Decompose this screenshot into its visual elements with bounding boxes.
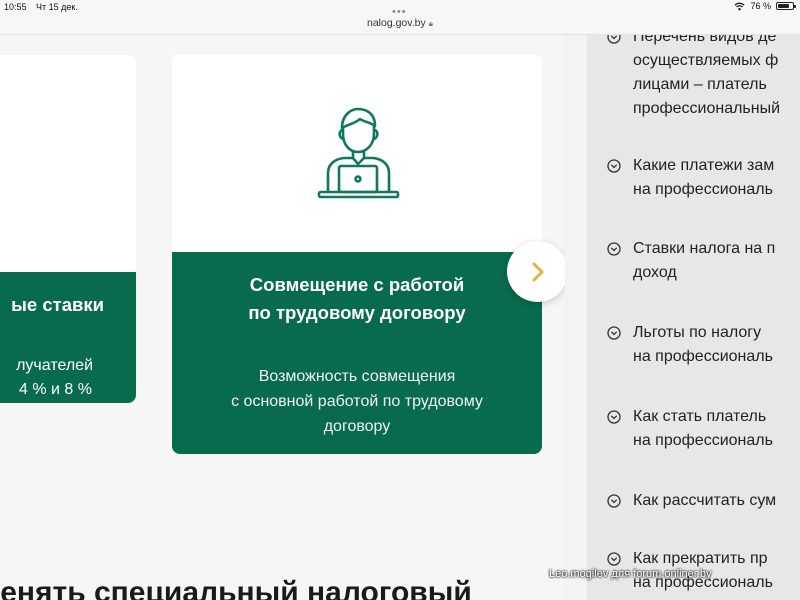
card-green-panel: Совмещение с работой по трудовому догово… bbox=[172, 252, 542, 454]
chevron-down-circle-icon bbox=[607, 494, 621, 508]
person-at-laptop-icon bbox=[317, 107, 400, 199]
regime-card-tax-rates[interactable]: ые ставки лучателей 4 % и 8 % bbox=[0, 55, 136, 403]
watermark: Leo.mogilev для forum.onliner.by bbox=[549, 568, 712, 580]
url-text[interactable]: nalog.gov.by bbox=[367, 17, 426, 29]
battery-icon bbox=[776, 2, 796, 10]
chevron-down-circle-icon bbox=[607, 35, 621, 44]
browser-address-bar[interactable]: ••• nalog.gov.by 🔒︎ bbox=[0, 6, 800, 35]
card-title-line: по трудовому договору bbox=[248, 302, 466, 323]
chevron-down-circle-icon bbox=[607, 410, 621, 424]
main-content: ые ставки лучателей 4 % и 8 % Совмещение… bbox=[0, 35, 565, 600]
section-heading: менять специальный налоговый bbox=[0, 576, 472, 600]
faq-item-label[interactable]: Как рассчитать сум bbox=[633, 489, 776, 513]
chevron-down-circle-icon bbox=[607, 326, 621, 340]
faq-item-label[interactable]: Льготы по налогу на профессиональ bbox=[633, 321, 773, 369]
wifi-icon bbox=[735, 2, 745, 10]
battery-percent: 76 % bbox=[750, 1, 771, 11]
status-indicators: 76 % bbox=[734, 1, 796, 11]
card-description-line: 4 % и 8 % bbox=[19, 381, 92, 398]
status-date: Чт 15 дек. bbox=[36, 2, 78, 12]
card-title: ые ставки bbox=[11, 294, 104, 315]
card-description: Возможность совмещения с основной работо… bbox=[172, 364, 542, 439]
faq-item-label[interactable]: Перечень видов де осуществляемых ф лицам… bbox=[633, 35, 780, 121]
card-title: Совмещение с работой по трудовому догово… bbox=[172, 271, 542, 327]
lock-icon: 🔒︎ bbox=[428, 19, 434, 28]
regime-card-combination[interactable]: Совмещение с работой по трудовому догово… bbox=[172, 54, 542, 454]
faq-item-label[interactable]: Ставки налога на п доход bbox=[633, 237, 775, 285]
card-description-line: Возможность совмещения bbox=[258, 368, 456, 385]
card-description-line: договору bbox=[323, 418, 391, 435]
chevron-down-circle-icon bbox=[607, 159, 621, 173]
faq-item-label[interactable]: Какие платежи зам на профессиональ bbox=[633, 154, 774, 202]
sidebar-divider bbox=[565, 35, 587, 600]
card-green-panel: ые ставки лучателей 4 % и 8 % bbox=[0, 272, 136, 403]
chevron-right-icon bbox=[532, 262, 543, 281]
faq-sidebar: Перечень видов де осуществляемых ф лицам… bbox=[587, 35, 800, 600]
card-description-line: с основной работой по трудовому bbox=[231, 393, 483, 410]
carousel-next-button[interactable] bbox=[507, 241, 565, 302]
status-time: 10:55 bbox=[4, 2, 27, 12]
card-description-line: лучателей bbox=[16, 357, 93, 374]
chevron-down-circle-icon bbox=[607, 552, 621, 566]
faq-item-label[interactable]: Как стать платель на профессиональ bbox=[633, 405, 773, 453]
card-title-line: Совмещение с работой bbox=[249, 274, 465, 295]
chevron-down-circle-icon bbox=[607, 242, 621, 256]
